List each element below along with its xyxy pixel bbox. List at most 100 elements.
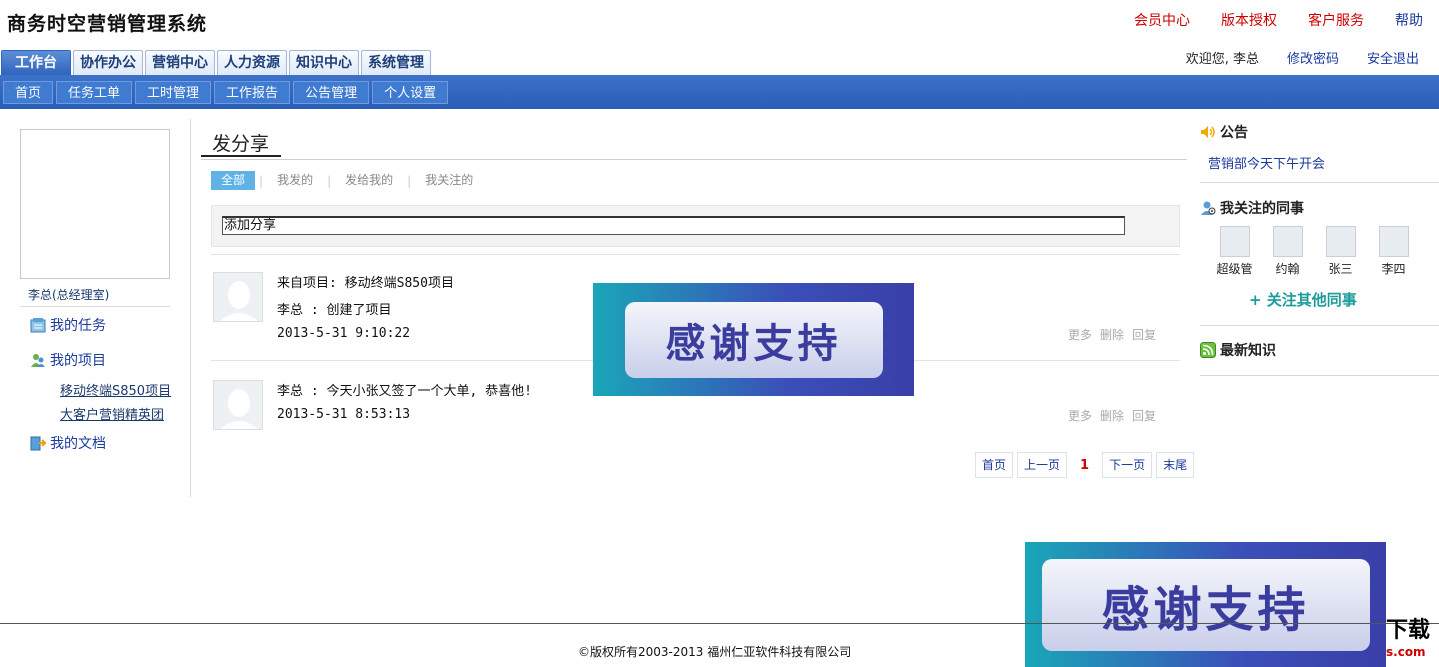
reply-button[interactable]: 回复 (1132, 326, 1156, 343)
thanks-badge: 感谢支持 (1025, 542, 1386, 667)
thanks-badge-text: 感谢支持 (624, 301, 883, 378)
post-timestamp: 2013-5-31 8:53:13 (277, 407, 411, 422)
filter-following[interactable]: 我关注的 (415, 171, 483, 190)
more-button[interactable]: 更多 (1068, 326, 1092, 343)
add-share-input[interactable]: 添加分享 (222, 216, 1125, 235)
subnav-notices[interactable]: 公告管理 (293, 81, 370, 104)
pagination: 首页 上一页 1 下一页 末尾 (975, 452, 1198, 478)
follow-more-button[interactable]: + 关注其他同事 (1249, 289, 1357, 310)
colleague-name: 超级管 (1216, 262, 1253, 276)
filter-mine[interactable]: 我发的 (267, 171, 323, 190)
colleague-item[interactable]: 约翰 (1261, 226, 1314, 277)
post-line: 来自项目: 移动终端S850项目 (277, 276, 454, 291)
menu-my-docs-label: 我的文档 (50, 436, 106, 452)
delete-button[interactable]: 删除 (1100, 407, 1124, 424)
logout-link[interactable]: 安全退出 (1367, 48, 1419, 67)
subnav-tasks[interactable]: 任务工单 (56, 81, 133, 104)
colleague-avatar (1325, 226, 1356, 257)
share-filters: 全部 | 我发的 | 发给我的 | 我关注的 (211, 171, 483, 190)
post-actions: 更多 删除 回复 (1068, 326, 1164, 343)
pager-next[interactable]: 下一页 (1102, 452, 1153, 478)
help-link[interactable]: 帮助 (1395, 10, 1423, 30)
tab-hr[interactable]: 人力资源 (217, 50, 287, 75)
pager-prev[interactable]: 上一页 (1017, 452, 1068, 478)
notice-item[interactable]: 营销部今天下午开会 (1208, 153, 1325, 172)
subnav-hours[interactable]: 工时管理 (135, 81, 212, 104)
colleague-item[interactable]: 超级管 (1208, 226, 1261, 277)
tab-system[interactable]: 系统管理 (361, 50, 431, 75)
post-timestamp: 2013-5-31 9:10:22 (277, 326, 411, 341)
post-avatar (213, 272, 263, 322)
customer-service-link[interactable]: 客户服务 (1308, 10, 1364, 30)
menu-my-tasks-label: 我的任务 (50, 318, 106, 334)
subnav-settings[interactable]: 个人设置 (372, 81, 449, 104)
tab-marketing[interactable]: 营销中心 (145, 50, 215, 75)
subnav-reports[interactable]: 工作报告 (214, 81, 291, 104)
colleague-name: 张三 (1328, 262, 1353, 276)
colleagues-heading: 我关注的同事 (1200, 198, 1304, 218)
user-name: 李总(总经理室) (28, 288, 110, 302)
more-button[interactable]: 更多 (1068, 407, 1092, 424)
colleague-list: 超级管 约翰 张三 李四 (1208, 226, 1420, 277)
rss-icon (1200, 342, 1216, 358)
filter-separator: | (407, 173, 412, 188)
thanks-badge-text: 感谢支持 (1041, 558, 1370, 651)
filter-separator: | (327, 173, 332, 188)
sub-nav-bar: 首页 任务工单 工时管理 工作报告 公告管理 个人设置 (0, 75, 1439, 109)
delete-button[interactable]: 删除 (1100, 326, 1124, 343)
divider (1200, 182, 1439, 183)
copyright-text: ©版权所有2003-2013 福州仁亚软件科技有限公司 (578, 645, 852, 659)
license-link[interactable]: 版本授权 (1221, 10, 1277, 30)
colleague-item[interactable]: 李四 (1367, 226, 1420, 277)
document-icon (30, 435, 48, 451)
pager-first[interactable]: 首页 (975, 452, 1014, 478)
colleague-item[interactable]: 张三 (1314, 226, 1367, 277)
colleague-name: 约翰 (1275, 262, 1300, 276)
user-bar: 欢迎您, 李总 修改密码 安全退出 (1186, 48, 1419, 67)
filter-separator: | (259, 173, 264, 188)
menu-my-tasks[interactable]: 我的任务 (30, 315, 106, 335)
divider (1200, 325, 1439, 326)
followed-user-icon (1200, 200, 1216, 216)
top-links: 会员中心 版本授权 客户服务 帮助 (1103, 10, 1423, 30)
post-actions: 更多 删除 回复 (1068, 407, 1164, 424)
post-avatar (213, 380, 263, 430)
menu-my-docs[interactable]: 我的文档 (30, 433, 106, 453)
colleague-name: 李四 (1381, 262, 1406, 276)
tab-knowledge[interactable]: 知识中心 (289, 50, 359, 75)
task-icon (30, 317, 46, 333)
title-rule (201, 159, 1187, 160)
filter-to-me[interactable]: 发给我的 (335, 171, 403, 190)
knowledge-title: 最新知识 (1220, 343, 1276, 359)
left-divider (20, 306, 170, 307)
pager-last[interactable]: 末尾 (1156, 452, 1195, 478)
menu-my-projects-label: 我的项目 (50, 353, 106, 369)
project-people-icon (30, 352, 46, 368)
tab-collaboration[interactable]: 协作办公 (73, 50, 143, 75)
post-line: 李总 : 创建了项目 (277, 303, 392, 318)
menu-my-projects[interactable]: 我的项目 (30, 350, 106, 370)
project-link-s850[interactable]: 移动终端S850项目 (60, 380, 171, 399)
watermark-domain: s.com (1386, 645, 1426, 659)
colleagues-title: 我关注的同事 (1220, 201, 1304, 217)
colleague-avatar (1219, 226, 1250, 257)
pager-current: 1 (1080, 457, 1090, 473)
reply-button[interactable]: 回复 (1132, 407, 1156, 424)
filter-all[interactable]: 全部 (211, 171, 256, 190)
member-center-link[interactable]: 会员中心 (1134, 10, 1190, 30)
project-link-elite-team[interactable]: 大客户营销精英团 (60, 404, 164, 423)
left-column-divider (190, 119, 191, 497)
watermark-text: 下载 (1386, 618, 1431, 643)
change-password-link[interactable]: 修改密码 (1287, 48, 1339, 67)
notice-heading: 公告 (1200, 122, 1248, 142)
user-avatar (20, 129, 170, 279)
colleague-avatar (1272, 226, 1303, 257)
main-tabs: 工作台 协作办公 营销中心 人力资源 知识中心 系统管理 (1, 50, 433, 76)
tab-workbench[interactable]: 工作台 (1, 50, 71, 76)
post-line: 李总 : 今天小张又签了一个大单, 恭喜他! (277, 384, 532, 399)
subnav-home[interactable]: 首页 (3, 81, 54, 104)
thanks-badge: 感谢支持 (593, 283, 914, 396)
colleague-avatar (1378, 226, 1409, 257)
share-section-title: 发分享 (212, 133, 270, 155)
knowledge-heading: 最新知识 (1200, 340, 1276, 360)
